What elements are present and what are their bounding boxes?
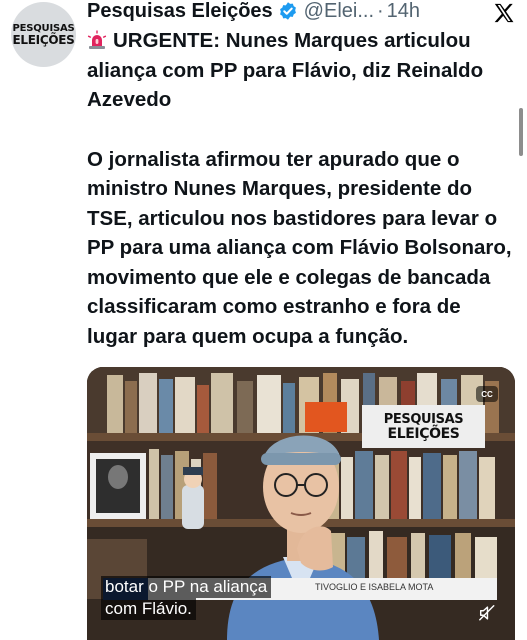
siren-emoji-icon (87, 30, 107, 49)
brand-text-line2: ELEIÇÕES (387, 425, 460, 442)
lower-third-names: TIVOGLIO E ISABELA MOTA (315, 582, 434, 592)
video-player[interactable]: CC PESQUISAS ELEIÇÕES TIVOGLIO E ISABELA… (87, 367, 515, 640)
scrollbar[interactable] (519, 108, 523, 156)
avatar-text-line2: ELEIÇÕES (12, 32, 75, 47)
caption-line: botar o PP na aliança (101, 576, 272, 598)
muted-speaker-icon[interactable] (478, 604, 496, 622)
author-avatar[interactable]: PESQUISAS ELEIÇÕES (11, 2, 76, 67)
caption-line: com Flávio. (101, 598, 196, 620)
video-captions: botar o PP na aliança com Flávio. (101, 576, 272, 620)
tweet-timestamp[interactable]: 14h (387, 0, 420, 23)
author-handle[interactable]: @Elei... (304, 0, 374, 23)
tweet-text: URGENTE: Nunes Marques articulou aliança… (87, 26, 512, 351)
x-logo-icon (494, 3, 514, 23)
header-separator: · (377, 0, 384, 22)
tweet-header: Pesquisas Eleições @Elei... · 14h (87, 0, 420, 24)
verified-badge-icon (279, 2, 296, 20)
tweet-body: O jornalista afirmou ter apurado que o m… (87, 147, 512, 348)
closed-captions-button[interactable]: CC (476, 386, 498, 402)
headline-text: URGENTE: Nunes Marques articulou aliança… (87, 29, 484, 111)
author-name[interactable]: Pesquisas Eleições (87, 0, 273, 23)
brand-text-line1: PESQUISAS (383, 411, 464, 427)
avatar-text-line1: PESQUISAS (12, 22, 75, 34)
brand-watermark: PESQUISAS ELEIÇÕES (362, 405, 485, 448)
tweet-headline: URGENTE: Nunes Marques articulou aliança… (87, 26, 512, 115)
